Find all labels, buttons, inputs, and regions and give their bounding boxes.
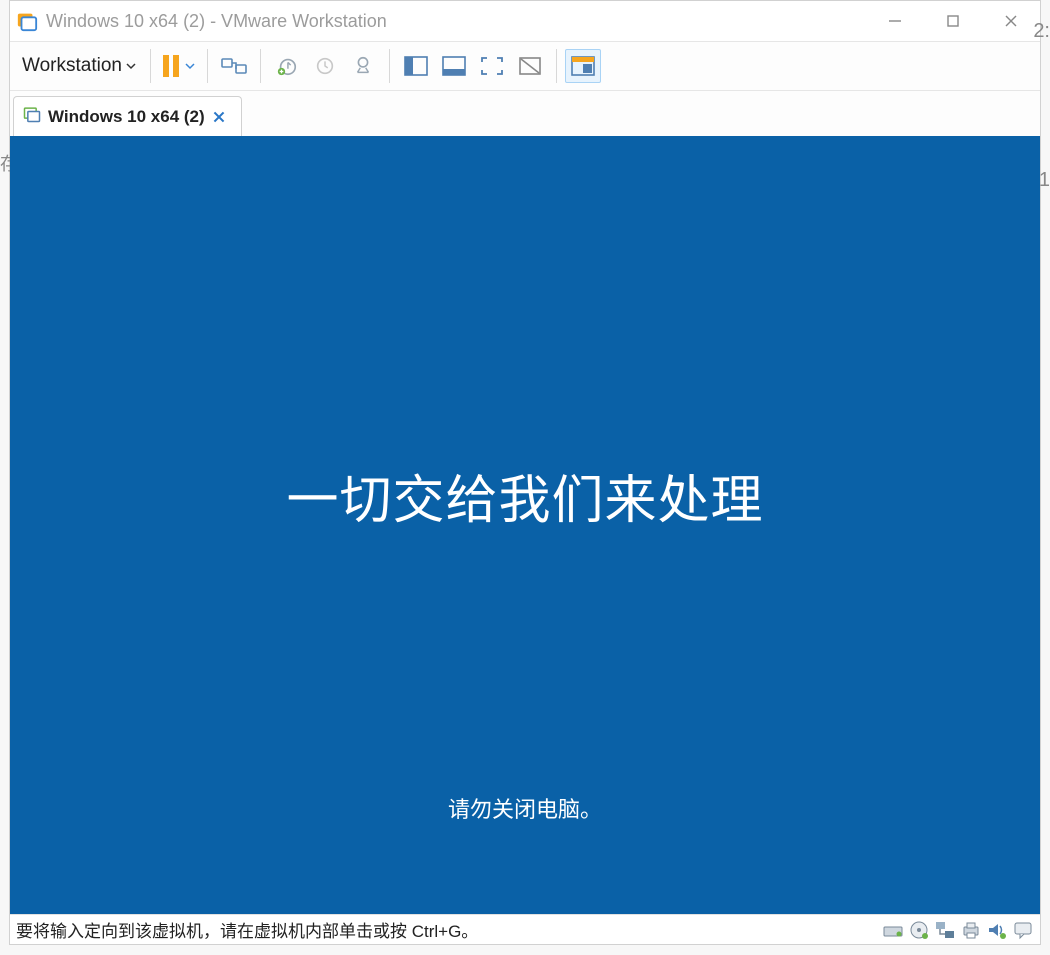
enter-fullscreen-button[interactable] [474,49,510,83]
status-bar: 要将输入定向到该虚拟机，请在虚拟机内部单击或按 Ctrl+G。 [10,914,1040,944]
vm-tab[interactable]: Windows 10 x64 (2) [13,96,242,136]
status-printer-icon[interactable] [960,919,982,941]
revert-snapshot-button[interactable] [307,49,343,83]
status-message-icon[interactable] [1012,919,1034,941]
send-ctrl-alt-del-button[interactable] [216,49,252,83]
toolbar-separator [150,49,151,83]
snapshot-add-icon [276,55,298,77]
take-snapshot-button[interactable] [269,49,305,83]
bg-right-top: 2: [1013,20,1050,43]
maximize-button[interactable] [924,1,982,41]
toolbar-separator [556,49,557,83]
titlebar: Windows 10 x64 (2) - VMware Workstation [10,1,1040,41]
toolbar-separator [207,49,208,83]
windows-update-main-text: 一切交给我们来处理 [286,458,763,533]
status-sound-icon[interactable] [986,919,1008,941]
pause-vm-button[interactable] [159,55,199,77]
console-split-icon [404,56,428,76]
vmware-workstation-window: Windows 10 x64 (2) - VMware Workstation … [9,0,1041,945]
minimize-button[interactable] [866,1,924,41]
toolbar-separator [389,49,390,83]
chevron-down-icon [126,61,136,71]
tab-row: Windows 10 x64 (2) [10,91,1040,136]
send-keys-icon [221,55,247,77]
unity-icon [518,56,542,76]
status-harddisk-icon[interactable] [882,919,904,941]
show-fullscreen-toolbar-button[interactable] [436,49,472,83]
vmware-app-icon [16,10,38,32]
toolbar-separator [260,49,261,83]
workstation-menu-label: Workstation [22,55,122,77]
windows-update-sub-text: 请勿关闭电脑。 [448,792,602,824]
enter-unity-button[interactable] [512,49,548,83]
snapshot-revert-icon [314,55,336,77]
library-panel-icon [571,56,595,76]
vm-tab-icon [22,104,42,129]
status-cdrom-icon[interactable] [908,919,930,941]
chevron-down-icon [185,61,195,71]
manage-snapshots-button[interactable] [345,49,381,83]
pause-icon [163,55,179,77]
status-hint-text: 要将输入定向到该虚拟机，请在虚拟机内部单击或按 Ctrl+G。 [16,917,478,942]
window-title: Windows 10 x64 (2) - VMware Workstation [46,11,858,32]
vm-tab-label: Windows 10 x64 (2) [48,107,205,127]
toolbar: Workstation [10,41,1040,91]
workstation-menu-button[interactable]: Workstation [16,53,142,79]
fullscreen-icon [480,56,504,76]
vm-display[interactable]: 一切交给我们来处理 请勿关闭电脑。 [10,136,1040,914]
fullscreen-bar-icon [442,56,466,76]
show-library-button[interactable] [565,49,601,83]
tab-close-button[interactable] [211,109,227,125]
status-network-icon[interactable] [934,919,956,941]
snapshot-manage-icon [352,55,374,77]
show-console-button[interactable] [398,49,434,83]
